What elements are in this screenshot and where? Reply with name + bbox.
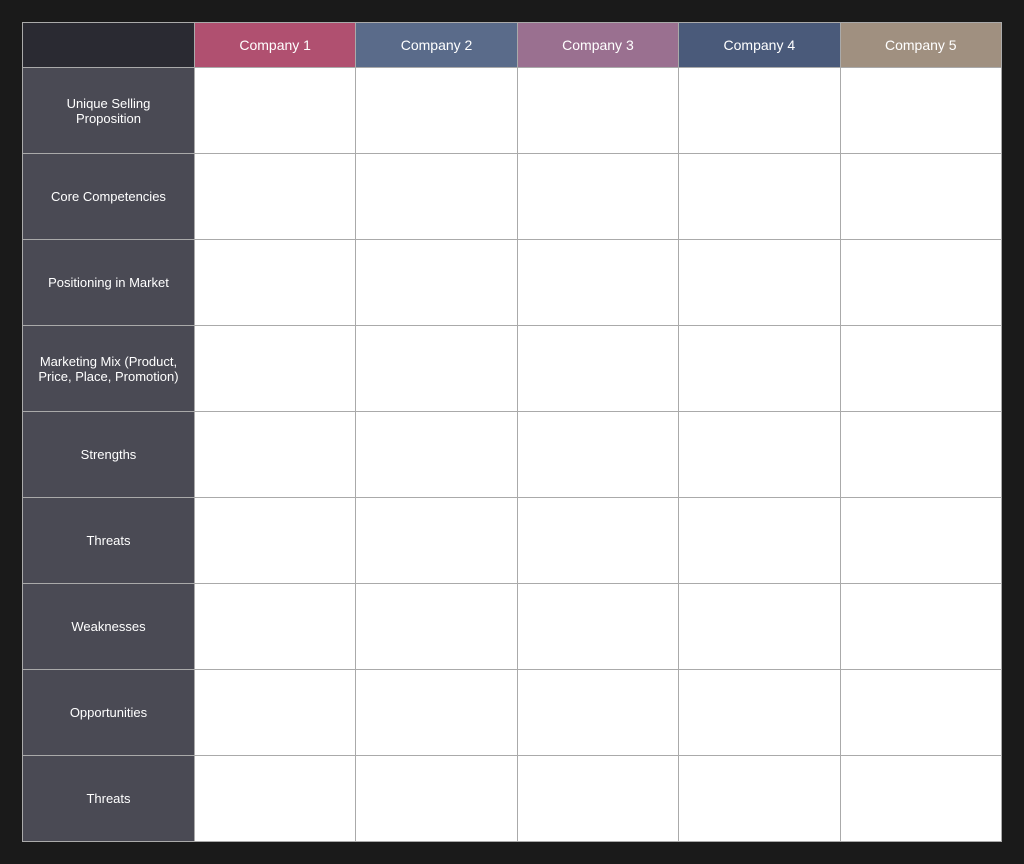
cell-core-competencies-company5[interactable] bbox=[840, 154, 1001, 240]
cell-threats-1-company4[interactable] bbox=[679, 498, 840, 584]
cell-opportunities-company2[interactable] bbox=[356, 670, 517, 756]
header-company1: Company 1 bbox=[194, 23, 355, 68]
row-label-unique-selling-proposition: Unique Selling Proposition bbox=[23, 68, 195, 154]
cell-unique-selling-proposition-company3[interactable] bbox=[517, 68, 678, 154]
cell-threats-2-company1[interactable] bbox=[194, 756, 355, 842]
cell-marketing-mix-company4[interactable] bbox=[679, 326, 840, 412]
row-label-positioning-in-market: Positioning in Market bbox=[23, 240, 195, 326]
cell-weaknesses-company1[interactable] bbox=[194, 584, 355, 670]
header-empty-cell bbox=[23, 23, 195, 68]
cell-positioning-in-market-company2[interactable] bbox=[356, 240, 517, 326]
cell-core-competencies-company4[interactable] bbox=[679, 154, 840, 240]
cell-threats-1-company1[interactable] bbox=[194, 498, 355, 584]
cell-core-competencies-company3[interactable] bbox=[517, 154, 678, 240]
cell-threats-1-company2[interactable] bbox=[356, 498, 517, 584]
row-label-opportunities: Opportunities bbox=[23, 670, 195, 756]
cell-weaknesses-company4[interactable] bbox=[679, 584, 840, 670]
cell-core-competencies-company2[interactable] bbox=[356, 154, 517, 240]
row-label-threats-2: Threats bbox=[23, 756, 195, 842]
row-label-weaknesses: Weaknesses bbox=[23, 584, 195, 670]
row-label-marketing-mix: Marketing Mix (Product, Price, Place, Pr… bbox=[23, 326, 195, 412]
header-company4: Company 4 bbox=[679, 23, 840, 68]
cell-threats-1-company3[interactable] bbox=[517, 498, 678, 584]
cell-strengths-company5[interactable] bbox=[840, 412, 1001, 498]
cell-unique-selling-proposition-company5[interactable] bbox=[840, 68, 1001, 154]
row-label-strengths: Strengths bbox=[23, 412, 195, 498]
cell-weaknesses-company5[interactable] bbox=[840, 584, 1001, 670]
header-company3: Company 3 bbox=[517, 23, 678, 68]
cell-opportunities-company4[interactable] bbox=[679, 670, 840, 756]
cell-threats-2-company3[interactable] bbox=[517, 756, 678, 842]
cell-weaknesses-company2[interactable] bbox=[356, 584, 517, 670]
cell-threats-2-company2[interactable] bbox=[356, 756, 517, 842]
cell-positioning-in-market-company3[interactable] bbox=[517, 240, 678, 326]
cell-marketing-mix-company2[interactable] bbox=[356, 326, 517, 412]
cell-strengths-company2[interactable] bbox=[356, 412, 517, 498]
cell-opportunities-company3[interactable] bbox=[517, 670, 678, 756]
cell-unique-selling-proposition-company2[interactable] bbox=[356, 68, 517, 154]
cell-positioning-in-market-company5[interactable] bbox=[840, 240, 1001, 326]
cell-opportunities-company5[interactable] bbox=[840, 670, 1001, 756]
comparison-table: Company 1 Company 2 Company 3 Company 4 … bbox=[22, 22, 1002, 842]
cell-threats-2-company5[interactable] bbox=[840, 756, 1001, 842]
cell-threats-1-company5[interactable] bbox=[840, 498, 1001, 584]
row-label-core-competencies: Core Competencies bbox=[23, 154, 195, 240]
cell-strengths-company1[interactable] bbox=[194, 412, 355, 498]
cell-unique-selling-proposition-company4[interactable] bbox=[679, 68, 840, 154]
cell-positioning-in-market-company1[interactable] bbox=[194, 240, 355, 326]
header-company5: Company 5 bbox=[840, 23, 1001, 68]
cell-marketing-mix-company5[interactable] bbox=[840, 326, 1001, 412]
cell-core-competencies-company1[interactable] bbox=[194, 154, 355, 240]
cell-marketing-mix-company1[interactable] bbox=[194, 326, 355, 412]
cell-unique-selling-proposition-company1[interactable] bbox=[194, 68, 355, 154]
cell-marketing-mix-company3[interactable] bbox=[517, 326, 678, 412]
cell-threats-2-company4[interactable] bbox=[679, 756, 840, 842]
cell-opportunities-company1[interactable] bbox=[194, 670, 355, 756]
cell-strengths-company4[interactable] bbox=[679, 412, 840, 498]
header-company2: Company 2 bbox=[356, 23, 517, 68]
cell-weaknesses-company3[interactable] bbox=[517, 584, 678, 670]
cell-positioning-in-market-company4[interactable] bbox=[679, 240, 840, 326]
cell-strengths-company3[interactable] bbox=[517, 412, 678, 498]
row-label-threats-1: Threats bbox=[23, 498, 195, 584]
